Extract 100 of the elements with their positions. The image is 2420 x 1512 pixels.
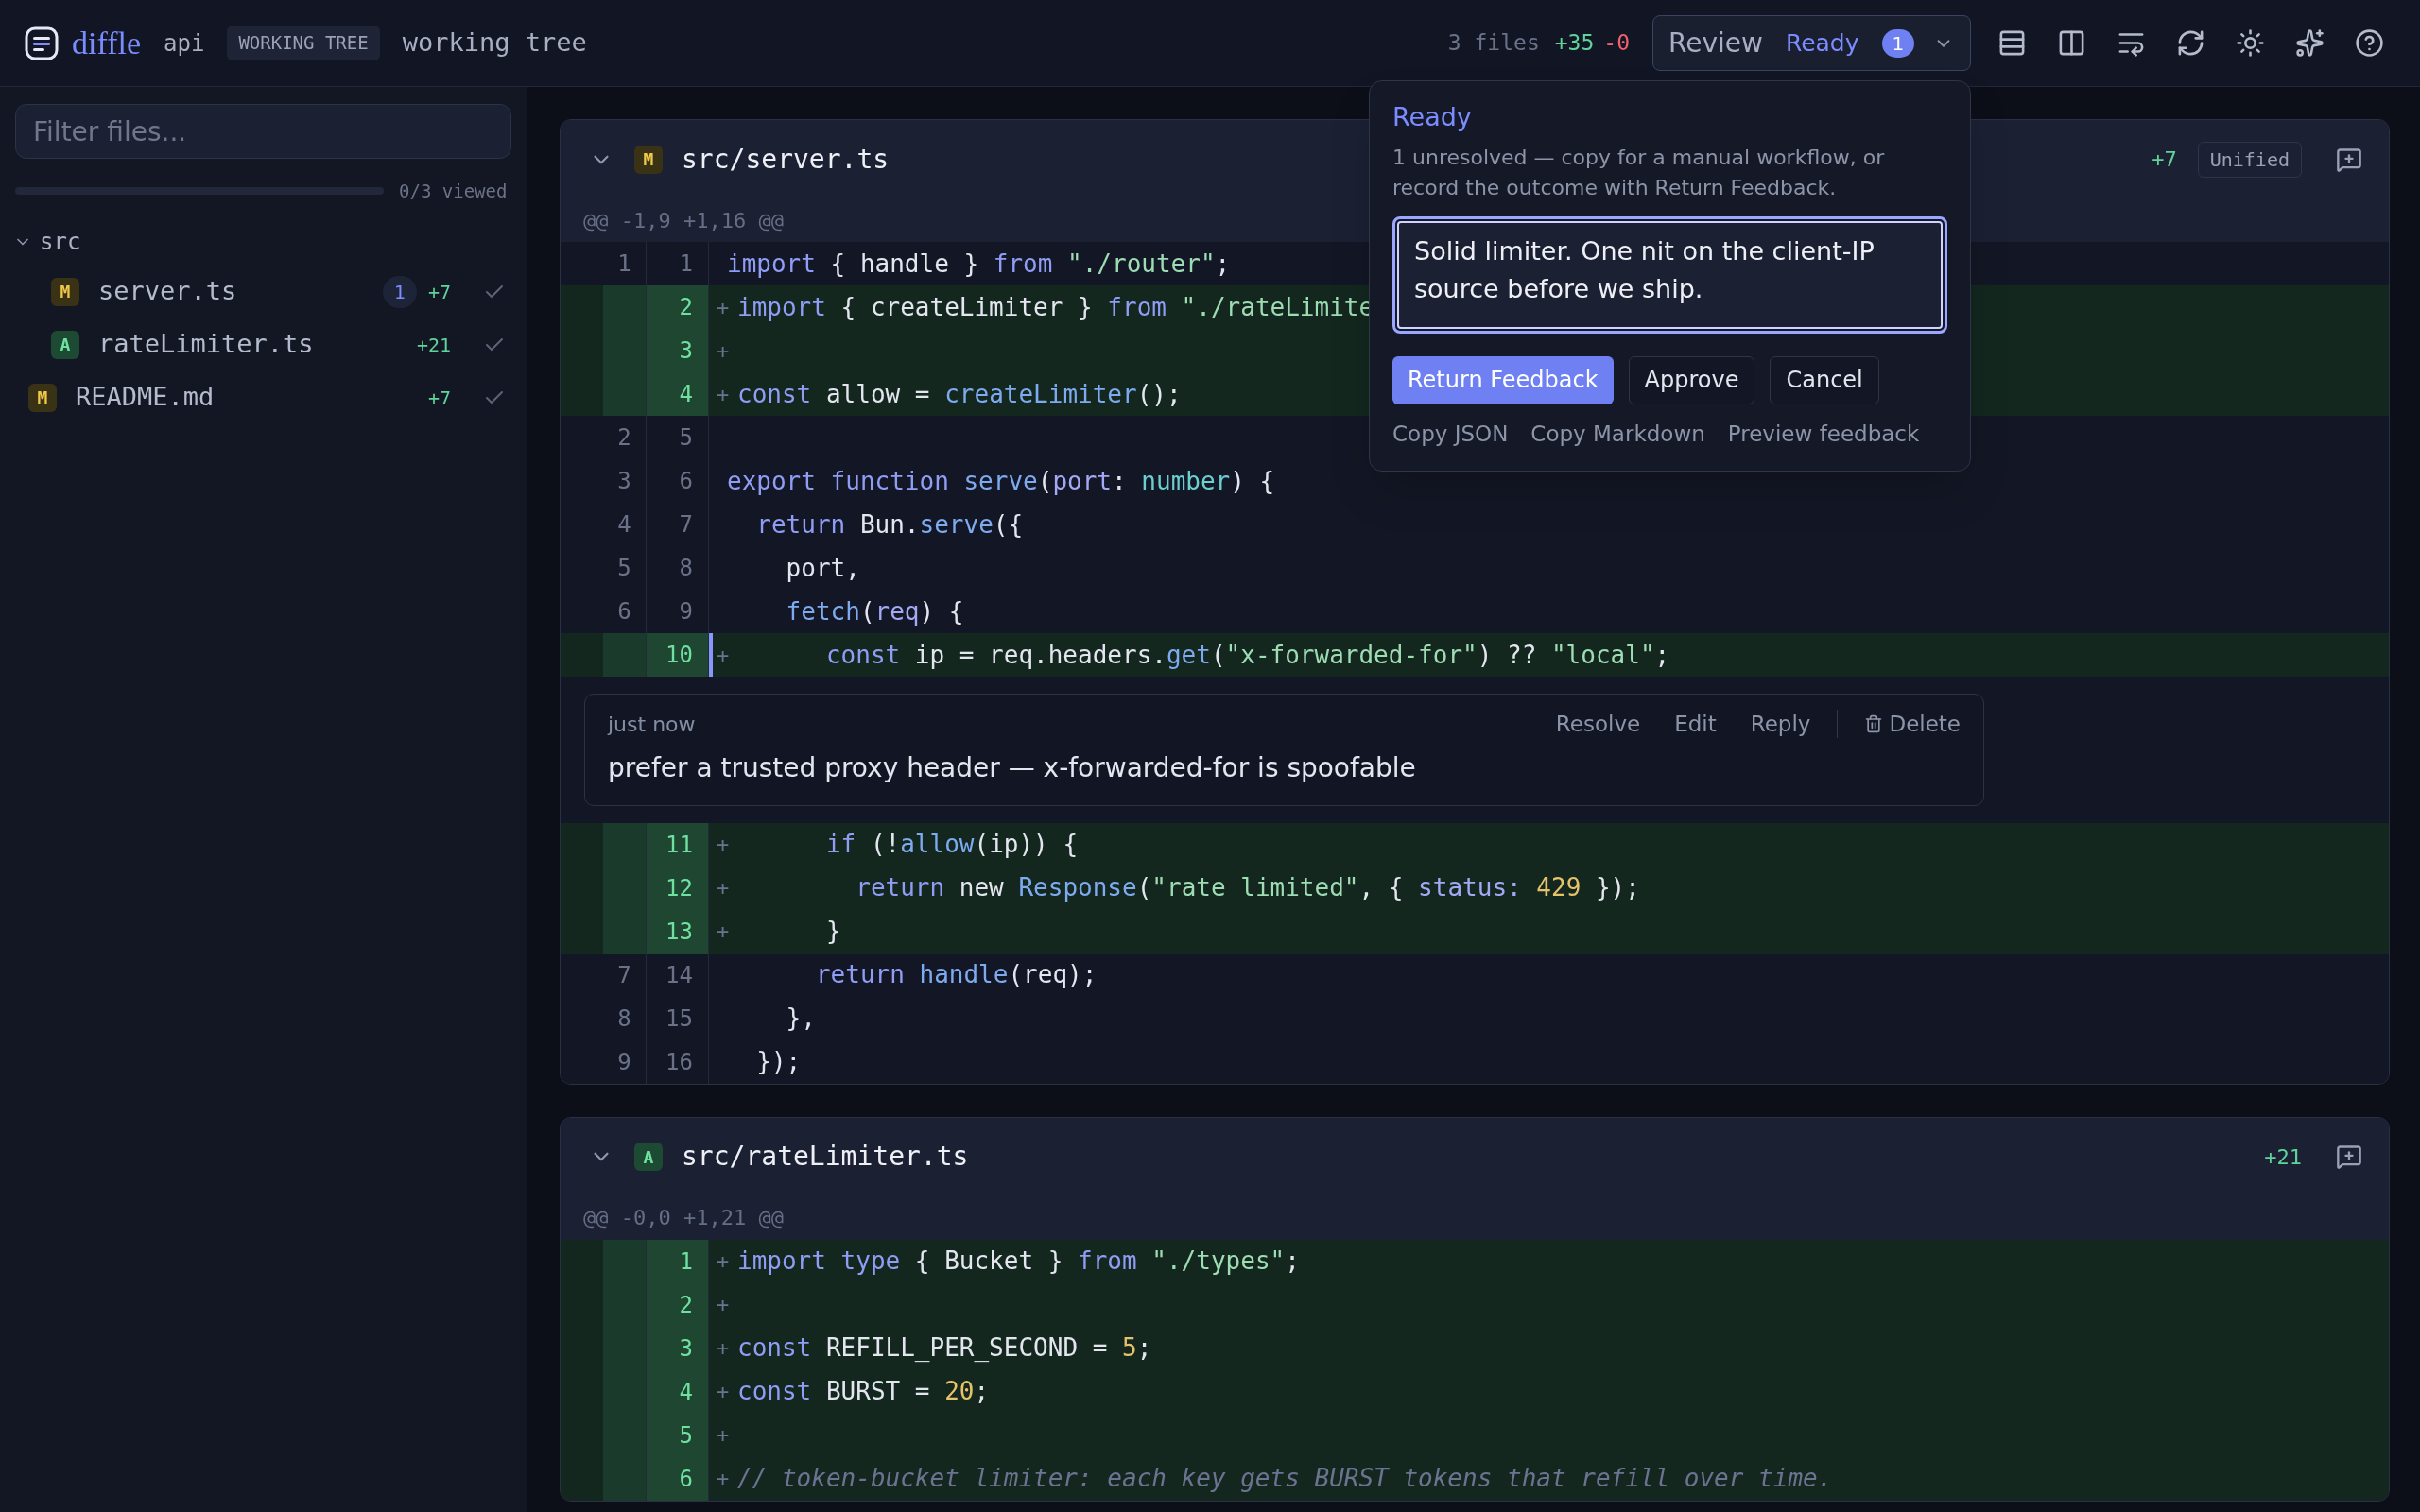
new-line-number: 10 [647, 633, 709, 677]
app-logo: diffle [72, 25, 141, 62]
old-line-number [603, 285, 647, 329]
new-line-number: 1 [647, 1239, 709, 1283]
ref-badge: WORKING TREE [227, 26, 380, 60]
file-path: src/server.ts [682, 142, 890, 177]
new-line-number: 16 [647, 1040, 709, 1084]
new-line-number: 12 [647, 866, 709, 910]
file-count: 3 files [1447, 29, 1540, 58]
file-name[interactable]: rateLimiter.ts [98, 325, 314, 364]
removed-total: -0 [1603, 29, 1630, 58]
added-count: +21 [416, 332, 451, 358]
popover-button[interactable]: Return Feedback [1392, 355, 1614, 404]
folder-name[interactable]: src [40, 224, 81, 259]
file-path: src/rateLimiter.ts [682, 1140, 969, 1174]
old-line-number [603, 822, 647, 867]
added-count: +7 [427, 279, 451, 305]
code-line: const REFILL_PER_SECOND = 5; [737, 1332, 1152, 1364]
added-count: +21 [2264, 1143, 2302, 1171]
code-line: return new Response("rate limited", { status: 429 }); [855, 872, 1640, 903]
code-line: return Bun.serve({ [755, 508, 1024, 541]
comment-count: 1 [382, 275, 417, 308]
popover-button[interactable]: Cancel [1770, 355, 1879, 404]
old-line-number [603, 633, 647, 677]
new-line-number: 4 [647, 1369, 709, 1414]
ref-label: working tree [402, 26, 587, 60]
code-line: import type { Bucket } from "./types"; [737, 1246, 1300, 1277]
code-line: const BURST = 20; [737, 1376, 990, 1407]
file-name[interactable]: README.md [76, 378, 215, 417]
code-line: const ip = req.headers.get("x-forwarded-for") ?? "local"; [824, 639, 1670, 671]
code-line: return handle(req); [814, 959, 1098, 990]
added-count: +7 [2152, 146, 2177, 173]
comment-action[interactable]: Edit [1674, 708, 1717, 741]
trash-icon [1864, 714, 1884, 734]
popover-description: 1 unresolved — copy for a manual workflow, or record the outcome with Return Feedback. [1392, 144, 1886, 201]
new-line-number: 6 [647, 1456, 709, 1501]
progress-label: 0/3 viewed [399, 180, 508, 203]
code-line: // token-bucket limiter: each key gets BURST tokens that refill over time. [737, 1463, 1833, 1494]
code-line: }, [785, 1003, 816, 1034]
new-line-number: 2 [647, 285, 709, 329]
plus-sign: + [717, 832, 731, 858]
new-line-number: 11 [647, 822, 709, 867]
new-line-number: 5 [647, 1413, 709, 1457]
plus-sign: + [717, 919, 731, 945]
rows-icon[interactable] [1997, 28, 2027, 58]
new-line-number: 14 [647, 953, 709, 997]
code-line: fetch(req) { [785, 595, 964, 627]
view-mode-button[interactable]: Unified [2197, 141, 2302, 178]
new-line-number: 15 [647, 996, 709, 1040]
status-badge: A [634, 1143, 663, 1171]
refresh-icon[interactable] [2176, 28, 2205, 58]
code-line: if (!allow(ip)) { [824, 829, 1079, 860]
comment-text: prefer a trusted proxy header — x-forwarded-for is spoofable [608, 750, 1417, 785]
popover-link[interactable]: Preview feedback [1727, 417, 1920, 450]
columns-icon[interactable] [2057, 28, 2086, 58]
delete-button[interactable]: Delete [1864, 708, 1961, 741]
plus-sign: + [717, 294, 731, 321]
old-line-number [603, 372, 647, 416]
added-count: +7 [427, 385, 451, 411]
added-total: +35 [1554, 29, 1595, 58]
plus-sign: + [717, 1335, 731, 1362]
old-line-number: 9 [603, 1040, 647, 1084]
popover-link[interactable]: Copy JSON [1392, 417, 1509, 450]
comment-action[interactable]: Reply [1750, 708, 1811, 741]
filter-field[interactable]: Filter files... [15, 104, 511, 159]
code-line: } [824, 916, 841, 947]
logo-icon [25, 26, 59, 60]
popover-button[interactable]: Approve [1628, 355, 1755, 404]
sparkles-icon[interactable] [2295, 28, 2325, 58]
add-comment-icon[interactable] [2336, 1143, 2362, 1170]
sun-icon[interactable] [2236, 28, 2265, 58]
comment-time: just now [608, 711, 696, 738]
code-line: }); [755, 1046, 802, 1077]
status-badge: A [51, 330, 79, 359]
review-button[interactable]: Review Ready 1 [1652, 15, 1971, 71]
file-name[interactable]: server.ts [98, 272, 237, 311]
comment-action[interactable]: Resolve [1555, 708, 1641, 741]
plus-sign: + [717, 381, 731, 408]
feedback-field[interactable]: Solid limiter. One nit on the client-IP source before we ship. [1392, 215, 1947, 334]
code-line: export function serve(port: number) { [727, 465, 1275, 497]
plus-sign: + [717, 1422, 731, 1449]
new-line-number: 4 [647, 372, 709, 416]
code-line: import { handle } from "./router"; [727, 248, 1231, 280]
code-line: port, [785, 552, 860, 584]
plus-sign: + [717, 1466, 731, 1492]
add-comment-icon[interactable] [2336, 146, 2362, 173]
repo-name: api [164, 28, 205, 59]
plus-sign: + [717, 875, 731, 902]
new-line-number: 13 [647, 909, 709, 954]
plus-sign: + [717, 1292, 731, 1318]
old-line-number: 7 [603, 953, 647, 997]
new-line-number: 3 [647, 329, 709, 372]
help-icon[interactable] [2355, 28, 2384, 58]
new-line-number: 3 [647, 1326, 709, 1370]
plus-sign: + [717, 1379, 731, 1405]
plus-sign: + [717, 642, 731, 669]
old-line-number [603, 909, 647, 954]
status-badge: M [51, 277, 79, 306]
code-line: const allow = createLimiter(); [737, 378, 1182, 410]
popover-link[interactable]: Copy Markdown [1530, 417, 1705, 450]
